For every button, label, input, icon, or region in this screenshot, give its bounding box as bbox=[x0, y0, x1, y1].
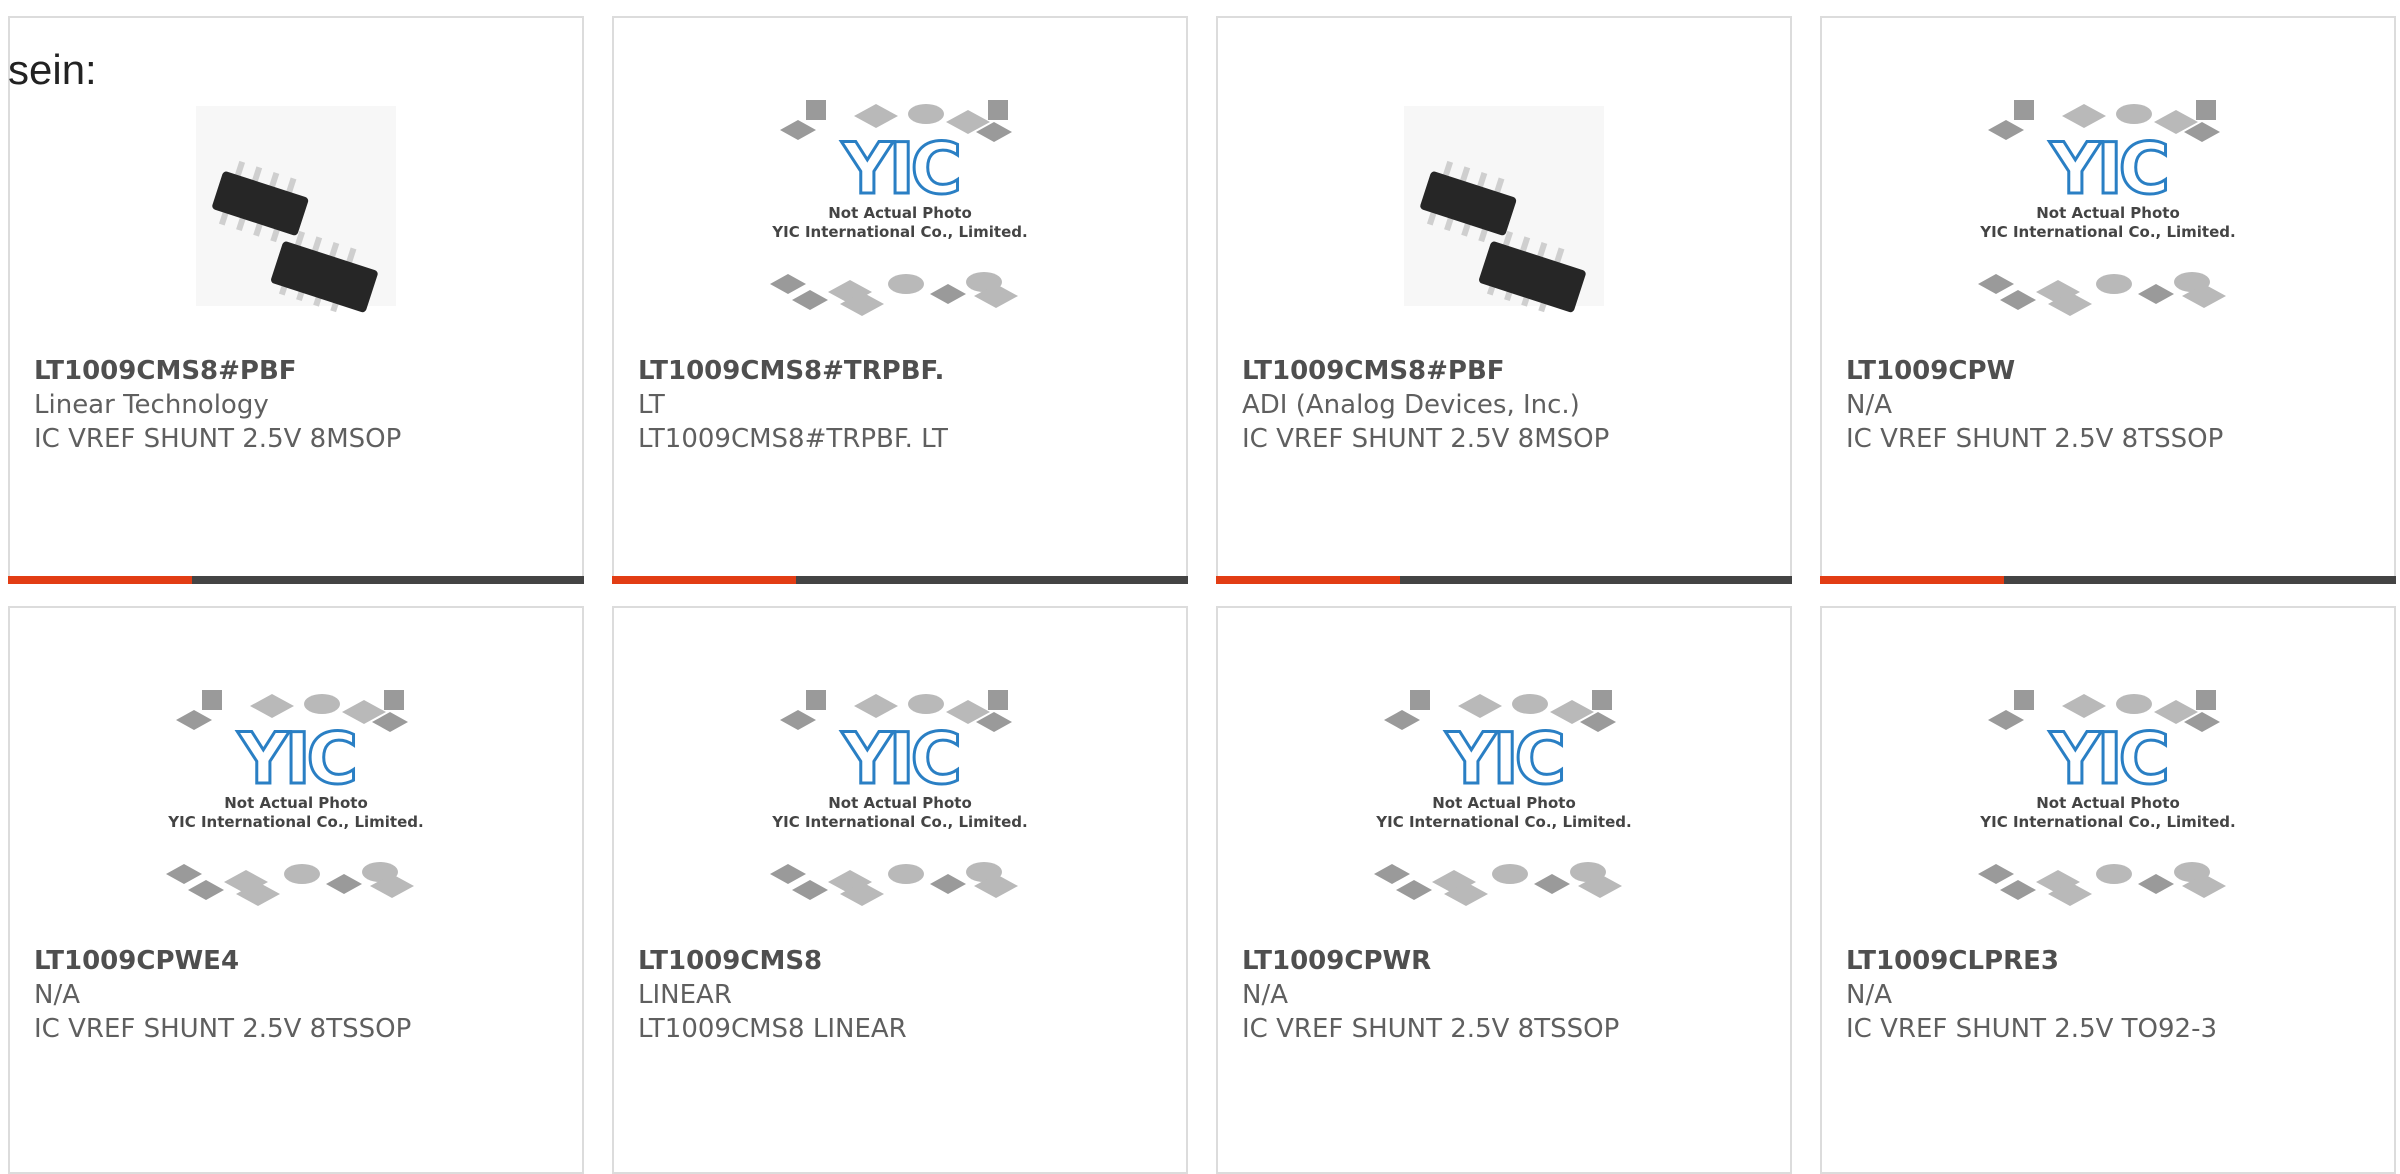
product-info: LT1009CLPRE3 N/A IC VREF SHUNT 2.5V TO92-3 bbox=[1846, 944, 2382, 1046]
svg-text:YIC International Co., Limited: YIC International Co., Limited. bbox=[167, 813, 423, 831]
svg-text:Not Actual Photo: Not Actual Photo bbox=[1432, 794, 1576, 812]
card-hover-bar bbox=[612, 576, 1188, 584]
product-manufacturer: Linear Technology bbox=[34, 390, 269, 420]
product-description: IC VREF SHUNT 2.5V 8MSOP bbox=[1242, 424, 1610, 454]
svg-text:Not Actual Photo: Not Actual Photo bbox=[224, 794, 368, 812]
product-info: LT1009CMS8#PBF ADI (Analog Devices, Inc.)… bbox=[1242, 354, 1778, 456]
product-image[interactable]: YIC Not Actual Photo YIC International Co.… bbox=[1822, 78, 2394, 358]
product-description: IC VREF SHUNT 2.5V TO92-3 bbox=[1846, 1014, 2218, 1044]
product-part-number: LT1009CMS8#PBF bbox=[1242, 356, 1505, 386]
svg-text:Not Actual Photo: Not Actual Photo bbox=[828, 204, 972, 222]
yic-placeholder-image: YICNot Actual PhotoYIC International Co.… bbox=[770, 100, 1028, 316]
product-part-number: LT1009CLPRE3 bbox=[1846, 946, 2059, 976]
product-part-number: LT1009CMS8 bbox=[638, 946, 823, 976]
product-image[interactable]: YIC Not Actual Photo YIC International Co.… bbox=[10, 668, 582, 948]
card-hover-bar bbox=[1820, 576, 2396, 584]
card-hover-bar-accent bbox=[1216, 576, 1401, 584]
product-manufacturer: N/A bbox=[1242, 980, 1288, 1010]
yic-placeholder-image: YICNot Actual PhotoYIC International Co.… bbox=[1374, 690, 1632, 906]
product-card[interactable]: YIC Not Actual Photo YIC International Co.… bbox=[1820, 16, 2396, 584]
product-description: LT1009CMS8#TRPBF. LT bbox=[638, 424, 948, 454]
product-description: IC VREF SHUNT 2.5V 8TSSOP bbox=[1846, 424, 2224, 454]
product-card[interactable]: YIC Not Actual Photo YIC International Co.… bbox=[8, 606, 584, 1174]
product-info: LT1009CPW N/A IC VREF SHUNT 2.5V 8TSSOP bbox=[1846, 354, 2382, 456]
card-hover-bar bbox=[1216, 576, 1792, 584]
yic-placeholder-image: YICNot Actual PhotoYIC International Co.… bbox=[1978, 690, 2236, 906]
product-image[interactable]: YIC Not Actual Photo YIC International Co.… bbox=[614, 668, 1186, 948]
svg-text:YIC: YIC bbox=[2049, 128, 2166, 210]
product-description: LT1009CMS8 LINEAR bbox=[638, 1014, 907, 1044]
yic-placeholder-image: YICNot Actual PhotoYIC International Co.… bbox=[1978, 100, 2236, 316]
svg-text:Not Actual Photo: Not Actual Photo bbox=[2036, 794, 2180, 812]
product-manufacturer: LINEAR bbox=[638, 980, 732, 1010]
product-info: LT1009CMS8 LINEAR LT1009CMS8 LINEAR bbox=[638, 944, 1174, 1046]
product-image[interactable]: YIC Not Actual Photo YIC International Co.… bbox=[1822, 668, 2394, 948]
svg-text:YIC International Co., Limited: YIC International Co., Limited. bbox=[771, 223, 1027, 241]
svg-text:YIC: YIC bbox=[841, 128, 958, 210]
svg-text:YIC: YIC bbox=[237, 718, 354, 800]
product-description: IC VREF SHUNT 2.5V 8TSSOP bbox=[34, 1014, 412, 1044]
svg-text:YIC: YIC bbox=[2049, 718, 2166, 800]
product-manufacturer: LT bbox=[638, 390, 665, 420]
svg-text:Not Actual Photo: Not Actual Photo bbox=[2036, 204, 2180, 222]
svg-text:YIC International Co., Limited: YIC International Co., Limited. bbox=[1375, 813, 1631, 831]
product-info: LT1009CPWE4 N/A IC VREF SHUNT 2.5V 8TSSOP bbox=[34, 944, 570, 1046]
product-image[interactable] bbox=[10, 78, 582, 358]
product-manufacturer: ADI (Analog Devices, Inc.) bbox=[1242, 390, 1580, 420]
product-manufacturer: N/A bbox=[1846, 390, 1892, 420]
product-card[interactable]: YIC Not Actual Photo YIC International Co.… bbox=[612, 606, 1188, 1174]
svg-text:YIC International Co., Limited: YIC International Co., Limited. bbox=[1979, 813, 2235, 831]
product-part-number: LT1009CPW bbox=[1846, 356, 2016, 386]
product-manufacturer: N/A bbox=[1846, 980, 1892, 1010]
msop-chip-image bbox=[1404, 106, 1604, 313]
product-card[interactable]: YIC Not Actual Photo YIC International Co.… bbox=[1820, 606, 2396, 1174]
product-part-number: LT1009CMS8#TRPBF. bbox=[638, 356, 945, 386]
card-hover-bar bbox=[8, 576, 584, 584]
product-card[interactable]: LT1009CMS8#PBF ADI (Analog Devices, Inc.)… bbox=[1216, 16, 1792, 584]
card-hover-bar-accent bbox=[8, 576, 193, 584]
product-image[interactable]: YIC Not Actual Photo YIC International Co.… bbox=[614, 78, 1186, 358]
product-part-number: LT1009CPWE4 bbox=[34, 946, 240, 976]
product-card[interactable]: YIC Not Actual Photo YIC International Co.… bbox=[612, 16, 1188, 584]
svg-text:YIC International Co., Limited: YIC International Co., Limited. bbox=[771, 813, 1027, 831]
product-image[interactable]: YIC Not Actual Photo YIC International Co.… bbox=[1218, 668, 1790, 948]
product-description: IC VREF SHUNT 2.5V 8MSOP bbox=[34, 424, 402, 454]
product-info: LT1009CMS8#PBF Linear Technology IC VREF S… bbox=[34, 354, 570, 456]
product-info: LT1009CMS8#TRPBF. LT LT1009CMS8#TRPBF. LT bbox=[638, 354, 1174, 456]
product-image[interactable] bbox=[1218, 78, 1790, 358]
product-part-number: LT1009CPWR bbox=[1242, 946, 1432, 976]
intro-text: sein: bbox=[8, 46, 97, 93]
product-manufacturer: N/A bbox=[34, 980, 80, 1010]
product-card[interactable]: YIC Not Actual Photo YIC International Co.… bbox=[1216, 606, 1792, 1174]
card-hover-bar-accent bbox=[612, 576, 797, 584]
yic-placeholder-image: YICNot Actual PhotoYIC International Co.… bbox=[770, 690, 1028, 906]
svg-text:YIC: YIC bbox=[1445, 718, 1562, 800]
yic-placeholder-image: YICNot Actual PhotoYIC International Co.… bbox=[166, 690, 424, 906]
svg-text:YIC International Co., Limited: YIC International Co., Limited. bbox=[1979, 223, 2235, 241]
svg-text:Not Actual Photo: Not Actual Photo bbox=[828, 794, 972, 812]
product-info: LT1009CPWR N/A IC VREF SHUNT 2.5V 8TSSOP bbox=[1242, 944, 1778, 1046]
card-hover-bar-accent bbox=[1820, 576, 2005, 584]
svg-text:YIC: YIC bbox=[841, 718, 958, 800]
product-card[interactable]: LT1009CMS8#PBF Linear Technology IC VREF S… bbox=[8, 16, 584, 584]
msop-chip-image bbox=[196, 106, 396, 313]
product-part-number: LT1009CMS8#PBF bbox=[34, 356, 297, 386]
product-description: IC VREF SHUNT 2.5V 8TSSOP bbox=[1242, 1014, 1620, 1044]
